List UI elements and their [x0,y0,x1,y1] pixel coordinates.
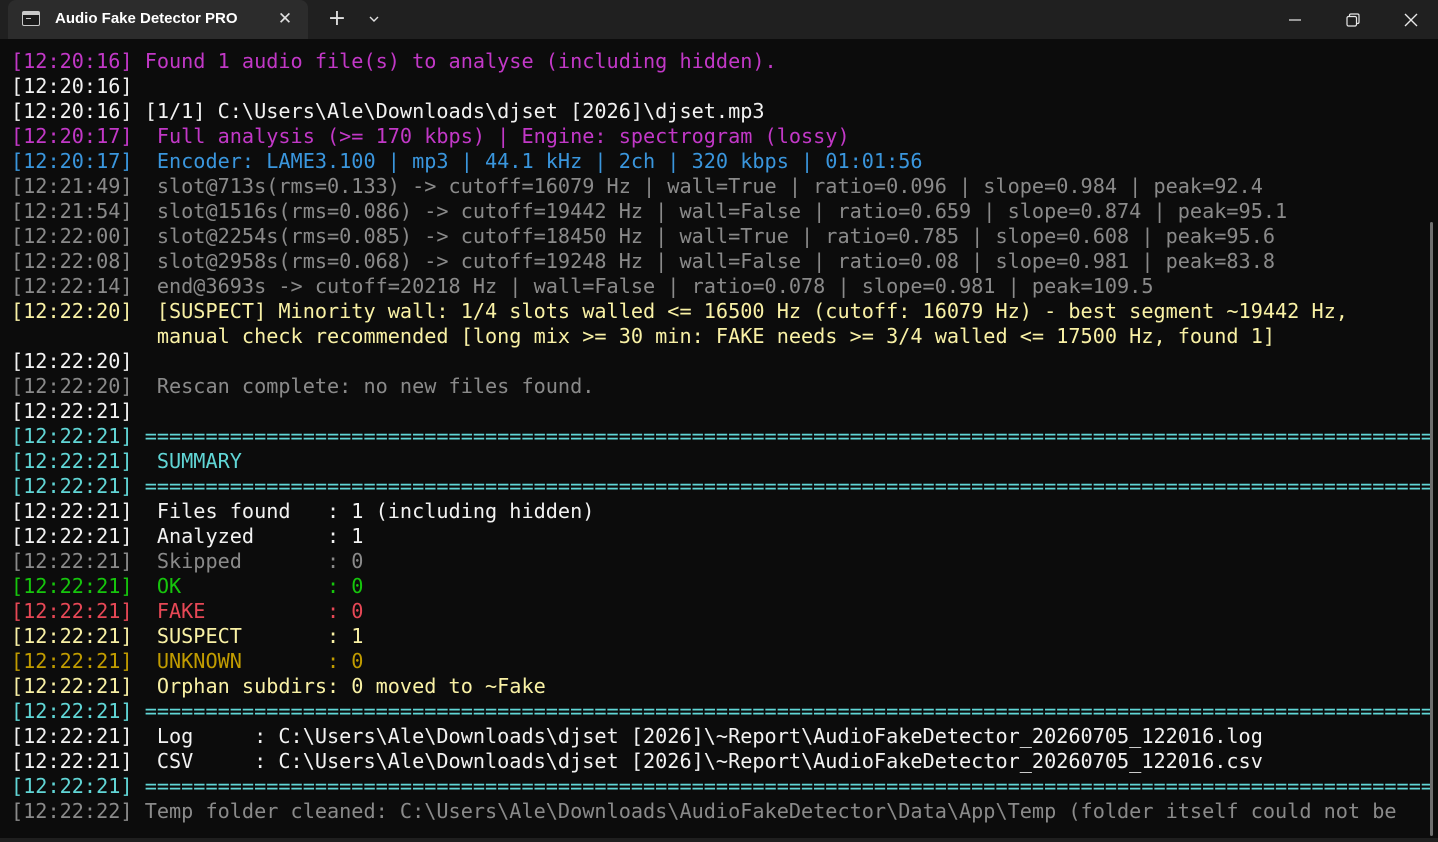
restore-icon [1346,12,1360,27]
summary-suspect: [12:22:21] SUSPECT : 1 [11,624,364,648]
vertical-scrollbar[interactable] [1430,222,1433,836]
log-line: [12:20:16] Found 1 audio file(s) to anal… [11,49,777,73]
close-window-button[interactable] [1382,0,1438,39]
separator-line: [12:22:21] =============================… [11,474,1434,498]
log-line: [12:22:22] Temp folder cleaned: C:\Users… [11,799,1397,823]
log-line: [12:21:49] slot@713s(rms=0.133) -> cutof… [11,174,1263,198]
summary-ok: [12:22:21] OK : 0 [11,574,364,598]
terminal-window: Audio Fake Detector PRO ✕ + [12:20:16] F… [0,0,1438,842]
restore-button[interactable] [1324,0,1382,39]
log-line: [12:21:54] slot@1516s(rms=0.086) -> cuto… [11,199,1288,223]
log-line: [12:22:21] [11,399,133,423]
summary-analyzed: [12:22:21] Analyzed : 1 [11,524,364,548]
log-line: [12:22:20] [SUSPECT] Minority wall: 1/4 … [11,299,1348,323]
log-line: [12:22:00] slot@2254s(rms=0.085) -> cuto… [11,224,1276,248]
log-line: [12:20:17] Encoder: LAME3.100 | mp3 | 44… [11,149,923,173]
summary-log-path: [12:22:21] Log : C:\Users\Ale\Downloads\… [11,724,1263,748]
summary-csv-path: [12:22:21] CSV : C:\Users\Ale\Downloads\… [11,749,1263,773]
log-line: [12:20:16] [1/1] C:\Users\Ale\Downloads\… [11,99,765,123]
plus-icon: + [327,6,347,31]
separator-line: [12:22:21] =============================… [11,699,1434,723]
close-tab-button[interactable]: ✕ [272,6,298,32]
terminal-icon [22,11,40,26]
minimize-icon [1289,18,1301,21]
window-bottom-edge [0,838,1438,842]
minimize-button[interactable] [1266,0,1324,39]
log-line: [12:22:08] slot@2958s(rms=0.068) -> cuto… [11,249,1276,273]
log-line: [12:22:14] end@3693s -> cutoff=20218 Hz … [11,274,1154,298]
tab-dropdown-button[interactable] [360,4,388,34]
console-output[interactable]: [12:20:16] Found 1 audio file(s) to anal… [0,49,1438,839]
title-bar[interactable]: Audio Fake Detector PRO ✕ + [0,0,1438,39]
new-tab-button[interactable]: + [321,4,353,34]
separator-line: [12:22:21] =============================… [11,774,1434,798]
summary-heading: [12:22:21] SUMMARY [11,449,242,473]
log-line: [12:20:16] [11,74,133,98]
log-line: manual check recommended [long mix >= 30… [11,324,1276,348]
summary-fake: [12:22:21] FAKE : 0 [11,599,364,623]
summary-orphan-subdirs: [12:22:21] Orphan subdirs: 0 moved to ~F… [11,674,546,698]
close-icon [1404,13,1418,26]
chevron-down-icon [369,16,379,22]
tab-title: Audio Fake Detector PRO [55,10,238,27]
active-tab[interactable]: Audio Fake Detector PRO ✕ [8,0,308,39]
log-line: [12:22:20] Rescan complete: no new files… [11,374,595,398]
log-line: [12:22:20] [11,349,133,373]
summary-files-found: [12:22:21] Files found : 1 (including hi… [11,499,595,523]
separator-line: [12:22:21] =============================… [11,424,1434,448]
summary-skipped: [12:22:21] Skipped : 0 [11,549,364,573]
log-line: [12:20:17] Full analysis (>= 170 kbps) |… [11,124,850,148]
summary-unknown: [12:22:21] UNKNOWN : 0 [11,649,364,673]
